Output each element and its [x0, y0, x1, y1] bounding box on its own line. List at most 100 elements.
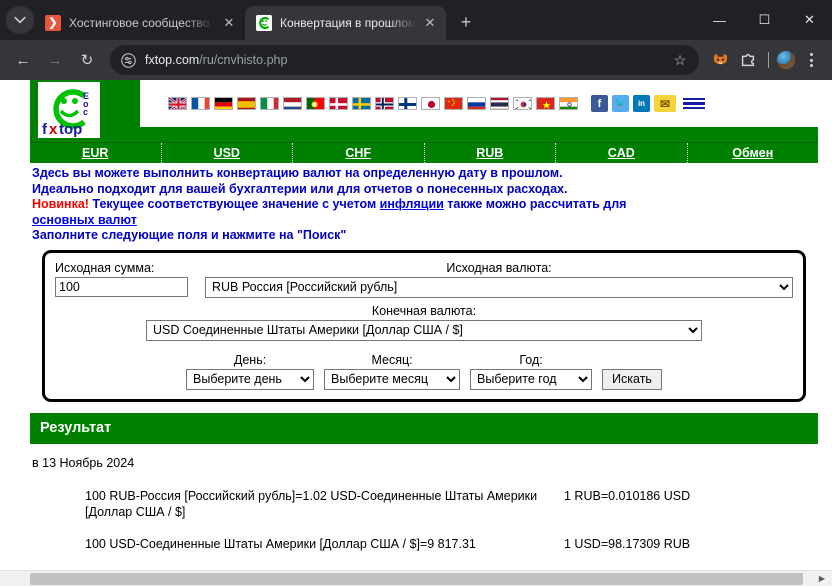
- flag-uk[interactable]: [168, 97, 187, 110]
- amount-field-group: Исходная сумма:: [55, 261, 195, 297]
- source-currency-select[interactable]: RUB Россия [Российский рубль]: [205, 276, 793, 298]
- site-header: E o c f x top f 🐦 in ✉: [30, 80, 818, 142]
- tab-strip: ❯ Хостинговое сообщество «Tim ✕ Конверта…: [0, 0, 832, 40]
- twitter-icon[interactable]: 🐦: [612, 95, 629, 112]
- amount-input[interactable]: [55, 276, 188, 297]
- nav-item-rub[interactable]: RUB: [425, 143, 556, 163]
- close-window-button[interactable]: ✕: [787, 3, 832, 37]
- extensions-puzzle-icon[interactable]: [735, 47, 761, 73]
- nav-item-chf[interactable]: CHF: [293, 143, 425, 163]
- svg-text:c: c: [83, 107, 88, 117]
- page-content: E o c f x top f 🐦 in ✉ EUR USD CHF RUB C…: [30, 80, 818, 568]
- flag-thailand[interactable]: [490, 97, 509, 110]
- flag-vietnam[interactable]: [536, 97, 555, 110]
- intro-line-3-before: Текущее соответствующее значение с учето…: [88, 197, 380, 211]
- fox-extension-icon[interactable]: [707, 47, 733, 73]
- flag-finland[interactable]: [398, 97, 417, 110]
- flag-denmark[interactable]: [329, 97, 348, 110]
- result-rate-text: 1 USD=98.17309 RUB: [564, 536, 691, 551]
- day-group: День: Выберите день: [186, 353, 315, 390]
- intro-line-2: Идеально подходит для вашей бухгалтерии …: [32, 181, 568, 196]
- nav-item-cad[interactable]: CAD: [556, 143, 688, 163]
- orange-arrow-icon: ❯: [45, 15, 61, 31]
- scrollbar-thumb[interactable]: [30, 573, 803, 585]
- hamburger-menu-icon[interactable]: [683, 97, 705, 110]
- target-currency-label: Конечная валюта:: [371, 303, 477, 318]
- tab-close-icon[interactable]: ✕: [422, 15, 438, 31]
- maximize-button[interactable]: ☐: [742, 3, 787, 37]
- flag-south-korea[interactable]: [513, 97, 532, 110]
- minimize-button[interactable]: —: [697, 3, 742, 37]
- url-text: fxtop.com/ru/cnvhisto.php: [145, 53, 669, 67]
- major-currencies-link[interactable]: основных валют: [32, 213, 137, 227]
- window-controls: — ☐ ✕: [697, 0, 832, 40]
- linkedin-icon[interactable]: in: [633, 95, 650, 112]
- bookmark-star-icon[interactable]: ☆: [669, 52, 691, 69]
- month-group: Месяц: Выберите месяц: [324, 353, 461, 390]
- site-logo[interactable]: E o c f x top: [38, 82, 100, 138]
- result-conversion-text: 100 USD-Соединенные Штаты Америки [Долла…: [85, 536, 476, 551]
- nav-item-eur[interactable]: EUR: [30, 143, 162, 163]
- flag-norway[interactable]: [375, 97, 394, 110]
- reload-button[interactable]: ↻: [72, 45, 102, 75]
- amount-label: Исходная сумма:: [55, 260, 155, 275]
- flag-netherlands[interactable]: [283, 97, 302, 110]
- new-tab-button[interactable]: +: [452, 8, 480, 36]
- currency-nav-bar: EUR USD CHF RUB CAD Обмен: [30, 142, 818, 163]
- forward-button[interactable]: →: [40, 45, 70, 75]
- address-bar[interactable]: fxtop.com/ru/cnvhisto.php ☆: [110, 45, 699, 75]
- flag-france[interactable]: [191, 97, 210, 110]
- date-selectors: День: Выберите день Месяц: Выберите меся…: [55, 353, 793, 390]
- search-button[interactable]: Искать: [602, 368, 662, 390]
- flag-india[interactable]: [559, 97, 578, 110]
- page-viewport: E o c f x top f 🐦 in ✉ EUR USD CHF RUB C…: [0, 80, 832, 586]
- tab-conversion-past[interactable]: Конвертация в прошлом ✕: [245, 6, 446, 40]
- profile-avatar[interactable]: [776, 50, 796, 70]
- tab-close-icon[interactable]: ✕: [221, 15, 237, 31]
- year-label: Год:: [519, 352, 543, 367]
- table-row: 100 RUB-Россия [Российский рубль]=1.02 U…: [30, 488, 818, 536]
- flag-japan[interactable]: [421, 97, 440, 110]
- month-select[interactable]: Выберите месяц: [324, 368, 461, 390]
- table-row: 100 USD-Соединенные Штаты Америки [Долла…: [30, 536, 818, 568]
- smiley-c-icon: [256, 15, 272, 31]
- intro-text: Здесь вы можете выполнить конвертацию ва…: [30, 163, 818, 244]
- scroll-right-arrow-icon[interactable]: ▶: [814, 571, 830, 586]
- flag-spain[interactable]: [237, 97, 256, 110]
- email-icon[interactable]: ✉: [654, 95, 676, 112]
- nav-item-exchange[interactable]: Обмен: [688, 143, 819, 163]
- tab-hosting-community[interactable]: ❯ Хостинговое сообщество «Tim ✕: [34, 6, 245, 40]
- source-currency-group: Исходная валюта: RUB Россия [Российский …: [205, 261, 793, 298]
- result-table: 100 RUB-Россия [Российский рубль]=1.02 U…: [30, 488, 818, 568]
- facebook-icon[interactable]: f: [591, 95, 608, 112]
- tab-title: Конвертация в прошлом: [280, 16, 416, 30]
- intro-line-1: Здесь вы можете выполнить конвертацию ва…: [32, 166, 563, 180]
- horizontal-scrollbar[interactable]: ▶: [0, 570, 832, 586]
- flag-china[interactable]: [444, 97, 463, 110]
- nav-item-usd[interactable]: USD: [162, 143, 293, 163]
- intro-line-3b: основных валют: [32, 213, 818, 229]
- inflation-link[interactable]: инфляции: [380, 197, 444, 211]
- day-select[interactable]: Выберите день: [186, 368, 315, 390]
- browser-toolbar: ← → ↻ fxtop.com/ru/cnvhisto.php ☆: [0, 40, 832, 80]
- year-select[interactable]: Выберите год: [470, 368, 593, 390]
- url-path: /ru/cnvhisto.php: [199, 53, 288, 67]
- year-group: Год: Выберите год: [470, 352, 593, 390]
- result-rate-text: 1 RUB=0.010186 USD: [564, 488, 691, 503]
- browser-window: ❯ Хостинговое сообщество «Tim ✕ Конверта…: [0, 0, 832, 586]
- result-heading: Результат: [30, 412, 818, 444]
- three-dot-menu-icon[interactable]: [798, 53, 824, 67]
- back-button[interactable]: ←: [8, 45, 38, 75]
- flag-sweden[interactable]: [352, 97, 371, 110]
- target-currency-select[interactable]: USD Соединенные Штаты Америки [Доллар СШ…: [146, 319, 702, 341]
- flag-germany[interactable]: [214, 97, 233, 110]
- chevron-down-icon: [14, 16, 26, 24]
- language-flag-bar: f 🐦 in ✉: [140, 80, 818, 127]
- site-settings-icon[interactable]: [120, 52, 137, 69]
- tab-search-button[interactable]: [6, 6, 34, 34]
- flag-italy[interactable]: [260, 97, 279, 110]
- flag-portugal[interactable]: [306, 97, 325, 110]
- result-date: в 13 Ноябрь 2024: [32, 455, 135, 470]
- flag-russia[interactable]: [467, 97, 486, 110]
- intro-line-3-after: также можно рассчитать для: [443, 197, 627, 211]
